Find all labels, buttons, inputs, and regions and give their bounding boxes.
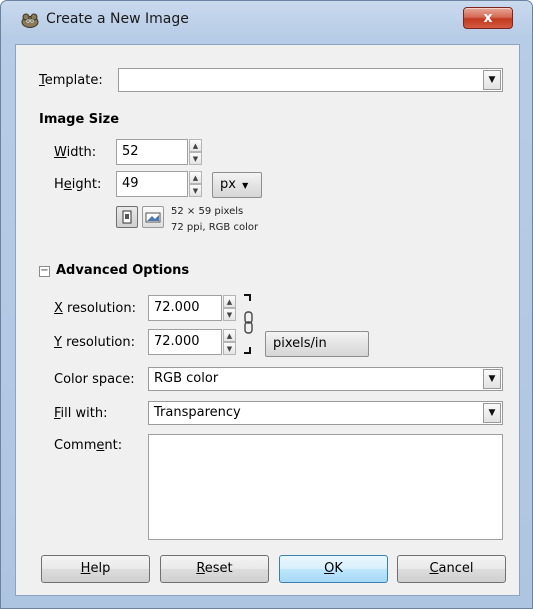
size-unit-button[interactable]: px ▼ [212,172,262,198]
chevron-down-icon[interactable]: ▼ [483,70,501,90]
collapse-icon: − [40,265,49,276]
comment-textarea[interactable] [148,434,503,540]
spin-up-icon[interactable]: ▲ [189,139,202,152]
y-resolution-spinner[interactable]: ▲ ▼ [223,329,236,355]
resolution-colorspace-text: 72 ppi, RGB color [171,222,259,233]
cancel-button[interactable]: Cancel [397,555,506,583]
ok-button[interactable]: OK [279,555,388,583]
spin-down-icon[interactable]: ▼ [223,308,236,321]
image-size-title: Image Size [39,112,120,127]
spin-down-icon[interactable]: ▼ [189,152,202,165]
landscape-toggle[interactable] [142,206,164,228]
size-unit-value: px [220,177,236,192]
gimp-icon [21,13,39,28]
advanced-options-expander[interactable]: − [39,266,50,277]
comment-label: Comment: [54,438,123,453]
fill-with-value: Transparency [154,405,241,420]
portrait-toggle[interactable] [116,206,138,228]
spin-up-icon[interactable]: ▲ [223,295,236,308]
chevron-down-icon[interactable]: ▼ [483,369,501,389]
dialog-window: Create a New Image x Template: ▼ Image S… [0,0,533,609]
fill-with-combo[interactable]: Transparency ▼ [148,401,503,425]
fill-with-label: Fill with: [54,406,108,421]
landscape-icon [145,212,161,223]
resolution-unit-value: pixels/in [273,336,327,351]
x-resolution-spinner[interactable]: ▲ ▼ [223,295,236,321]
close-button[interactable]: x [463,7,513,29]
pixel-size-text: 52 × 59 pixels [171,206,244,217]
color-space-value: RGB color [154,371,219,386]
height-input[interactable]: 49 [116,171,188,197]
height-label: Height: [54,177,102,192]
window-title: Create a New Image [46,11,189,27]
y-resolution-input[interactable]: 72.000 [148,329,222,355]
chain-link-icon[interactable] [242,293,256,355]
width-label: Width: [54,145,97,160]
y-resolution-label: Y resolution: [54,335,136,350]
spin-up-icon[interactable]: ▲ [223,329,236,342]
reset-button[interactable]: Reset [160,555,269,583]
width-input[interactable]: 52 [116,139,188,165]
color-space-label: Color space: [54,372,135,387]
x-resolution-input[interactable]: 72.000 [148,295,222,321]
spin-down-icon[interactable]: ▼ [189,184,202,197]
spin-up-icon[interactable]: ▲ [189,171,202,184]
chevron-down-icon[interactable]: ▼ [483,403,501,423]
x-resolution-label: X resolution: [54,301,136,316]
dialog-content: Template: ▼ Image Size Width: 52 ▲ ▼ Hei… [15,44,520,596]
color-space-combo[interactable]: RGB color ▼ [148,367,503,391]
height-spinner[interactable]: ▲ ▼ [189,171,202,197]
chevron-down-icon: ▼ [242,181,249,190]
image-info: 52 × 59 pixels 72 ppi, RGB color [171,204,258,236]
template-combo[interactable]: ▼ [118,68,503,92]
close-icon: x [483,10,493,26]
spin-down-icon[interactable]: ▼ [223,342,236,355]
width-spinner[interactable]: ▲ ▼ [189,139,202,165]
help-button[interactable]: Help [41,555,150,583]
title-bar[interactable]: Create a New Image x [1,1,532,37]
template-label: Template: [39,73,103,88]
resolution-unit-button[interactable]: pixels/in [265,331,369,357]
portrait-icon [122,210,132,224]
advanced-options-title[interactable]: Advanced Options [56,263,189,278]
